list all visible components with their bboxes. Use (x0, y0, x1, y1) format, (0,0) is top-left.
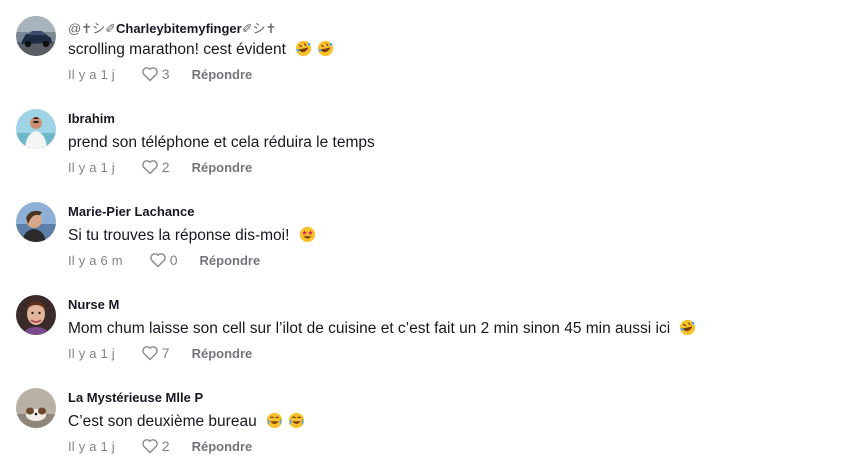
username-prefix-decoration: @✝︎シ✐ (68, 21, 116, 36)
comment-meta: Il y a 1 j 7 Répondre (68, 344, 252, 362)
comment-text-content: scrolling marathon! cest évident (68, 41, 286, 58)
comment-time: Il y a 1 j (68, 345, 115, 361)
comment-text: C’est son deuxième bureau (68, 412, 305, 432)
rofl-emoji (295, 40, 312, 57)
reply-button[interactable]: Répondre (192, 346, 253, 361)
avatar-woman-selfie-image (16, 295, 56, 335)
comment-meta: Il y a 6 m 0 Répondre (68, 251, 260, 269)
like-button[interactable]: 2 (141, 438, 170, 454)
comment-item: Nurse M Mom chum laisse son cell sur l’i… (0, 279, 861, 372)
like-button[interactable]: 2 (141, 159, 170, 175)
username[interactable]: La Mystérieuse Mlle P (68, 390, 203, 405)
avatar-man-beach-image (16, 109, 56, 149)
like-count: 2 (161, 159, 170, 175)
like-button[interactable]: 0 (149, 252, 178, 268)
reply-button[interactable]: Répondre (192, 160, 253, 175)
comment-text-content: prend son téléphone et cela réduira le t… (68, 134, 375, 151)
comment-text: Si tu trouves la réponse dis-moi! (68, 226, 316, 246)
comment-meta: Il y a 1 j 3 Répondre (68, 65, 252, 83)
avatar-woman-profile-image (16, 202, 56, 242)
like-count: 0 (169, 252, 178, 268)
heart-icon (141, 439, 158, 454)
comment-text: Mom chum laisse son cell sur l’ilot de c… (68, 319, 696, 339)
comment-time: Il y a 1 j (68, 438, 115, 454)
comment-time: Il y a 6 m (68, 252, 123, 268)
like-button[interactable]: 3 (141, 66, 170, 82)
joy-emoji (266, 412, 283, 429)
comment-item: @✝︎シ✐Charleybitemyfinger✐シ✝︎ scrolling m… (0, 0, 861, 93)
comment-text: prend son téléphone et cela réduira le t… (68, 133, 375, 153)
comment-meta: Il y a 1 j 2 Répondre (68, 158, 252, 176)
heart-icon (141, 67, 158, 82)
heart-icon (141, 160, 158, 175)
reply-button[interactable]: Répondre (192, 439, 253, 454)
comment-time: Il y a 1 j (68, 66, 115, 82)
comment-text-content: Mom chum laisse son cell sur l’ilot de c… (68, 320, 671, 337)
avatar[interactable] (16, 109, 56, 149)
avatar-dog-image (16, 388, 56, 428)
like-count: 7 (161, 345, 170, 361)
star-struck-emoji (299, 226, 316, 243)
username[interactable]: Nurse M (68, 297, 119, 312)
reply-button[interactable]: Répondre (192, 67, 253, 82)
avatar[interactable] (16, 388, 56, 428)
comment-list: @✝︎シ✐Charleybitemyfinger✐シ✝︎ scrolling m… (0, 0, 861, 467)
username[interactable]: Ibrahim (68, 111, 115, 126)
comment-item: La Mystérieuse Mlle P C’est son deuxième… (0, 372, 861, 465)
avatar[interactable] (16, 16, 56, 56)
avatar-car-image (16, 16, 56, 56)
avatar[interactable] (16, 295, 56, 335)
heart-icon (141, 346, 158, 361)
username-suffix-decoration: ✐シ✝︎ (241, 21, 277, 36)
username[interactable]: Marie-Pier Lachance (68, 204, 194, 219)
comment-text-content: C’est son deuxième bureau (68, 413, 257, 430)
like-count: 2 (161, 438, 170, 454)
comment-time: Il y a 1 j (68, 159, 115, 175)
username-text: Charleybitemyfinger (115, 21, 242, 36)
like-count: 3 (161, 66, 170, 82)
like-button[interactable]: 7 (141, 345, 170, 361)
reply-button[interactable]: Répondre (200, 253, 261, 268)
comment-item: Marie-Pier Lachance Si tu trouves la rép… (0, 186, 861, 279)
comment-text-content: Si tu trouves la réponse dis-moi! (68, 227, 290, 244)
rofl-emoji (679, 319, 696, 336)
avatar[interactable] (16, 202, 56, 242)
username[interactable]: @✝︎シ✐Charleybitemyfinger✐シ✝︎ (68, 18, 276, 37)
rofl-emoji (317, 40, 334, 57)
heart-icon (149, 253, 166, 268)
comment-item: Ibrahim prend son téléphone et cela rédu… (0, 93, 861, 186)
comment-meta: Il y a 1 j 2 Répondre (68, 437, 252, 455)
comment-text: scrolling marathon! cest évident (68, 40, 334, 60)
joy-emoji (288, 412, 305, 429)
